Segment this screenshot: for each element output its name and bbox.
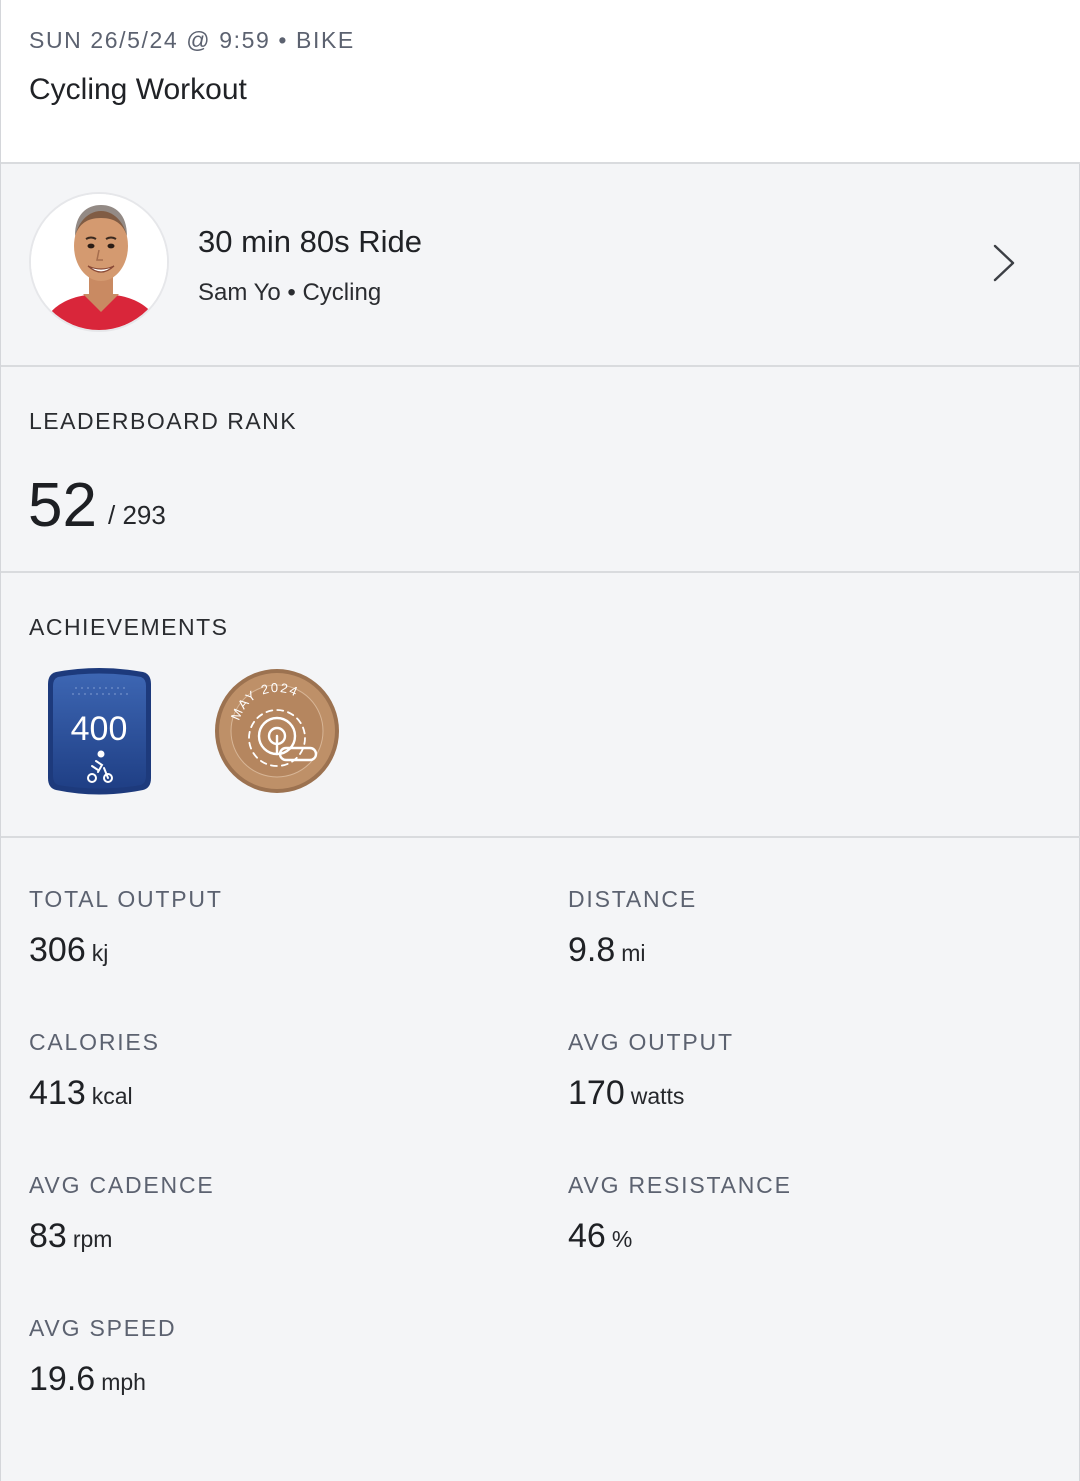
stat-avg-cadence: AVG CADENCE 83 rpm xyxy=(29,1172,215,1256)
stat-value: 9.8 xyxy=(568,931,616,969)
monthly-challenge-badge[interactable]: MAY 2024 xyxy=(214,668,340,794)
workout-date-meta: SUN 26/5/24 @ 9:59 • BIKE xyxy=(29,27,355,53)
stat-distance: DISTANCE 9.8 mi xyxy=(568,886,697,970)
stat-unit: kcal xyxy=(91,1083,133,1109)
stat-value: 19.6 xyxy=(29,1360,96,1398)
class-title: 30 min 80s Ride xyxy=(198,224,423,259)
400-rides-badge[interactable]: 400 xyxy=(46,666,153,797)
stat-label: AVG RESISTANCE xyxy=(568,1172,792,1198)
stat-value: 46 xyxy=(568,1217,606,1255)
stat-label: AVG CADENCE xyxy=(29,1172,215,1198)
stat-unit: % xyxy=(611,1226,633,1252)
stat-label: DISTANCE xyxy=(568,886,697,912)
stat-unit: rpm xyxy=(72,1226,113,1252)
leaderboard-rank-value: 52 xyxy=(28,471,97,540)
stat-avg-resistance: AVG RESISTANCE 46% xyxy=(568,1172,792,1256)
stat-avg-speed: AVG SPEED 19.6 mph xyxy=(29,1315,176,1399)
stat-label: AVG SPEED xyxy=(29,1315,177,1341)
achievements-section: ACHIEVEMENTS 400 MAY 2024 xyxy=(1,573,1080,838)
workout-stats: TOTAL OUTPUT 306 kj DISTANCE 9.8 mi CALORI… xyxy=(1,838,1080,1481)
stat-calories: CALORIES 413 kcal xyxy=(29,1029,160,1113)
class-instructor-discipline: Sam Yo • Cycling xyxy=(198,279,382,306)
workout-detail-screen: SUN 26/5/24 @ 9:59 • BIKE Cycling Workou… xyxy=(0,0,1080,1481)
chevron-right-icon[interactable] xyxy=(986,242,1020,284)
stat-label: TOTAL OUTPUT xyxy=(29,886,223,912)
stat-unit: mi xyxy=(621,940,646,966)
stat-label: AVG OUTPUT xyxy=(568,1029,734,1055)
leaderboard-rank-section: LEADERBOARD RANK 52 / 293 xyxy=(1,367,1080,573)
stat-value: 413 xyxy=(29,1074,86,1112)
stat-unit: mph xyxy=(101,1369,146,1395)
stat-total-output: TOTAL OUTPUT 306 kj xyxy=(29,886,223,970)
stat-unit: kj xyxy=(91,940,109,966)
stat-unit: watts xyxy=(630,1083,685,1109)
page-title: Cycling Workout xyxy=(29,73,247,106)
leaderboard-total: / 293 xyxy=(108,500,166,530)
achievements-label: ACHIEVEMENTS xyxy=(29,614,229,640)
stat-value: 83 xyxy=(29,1217,67,1255)
class-row[interactable]: 30 min 80s Ride Sam Yo • Cycling xyxy=(1,164,1080,367)
svg-text:400: 400 xyxy=(71,710,128,748)
leaderboard-rank-label: LEADERBOARD RANK xyxy=(29,408,298,434)
instructor-avatar xyxy=(29,192,169,332)
stat-value: 306 xyxy=(29,931,86,969)
workout-header: SUN 26/5/24 @ 9:59 • BIKE Cycling Workou… xyxy=(1,0,1080,164)
stat-label: CALORIES xyxy=(29,1029,160,1055)
stat-value: 170 xyxy=(568,1074,625,1112)
stat-avg-output: AVG OUTPUT 170 watts xyxy=(568,1029,734,1113)
